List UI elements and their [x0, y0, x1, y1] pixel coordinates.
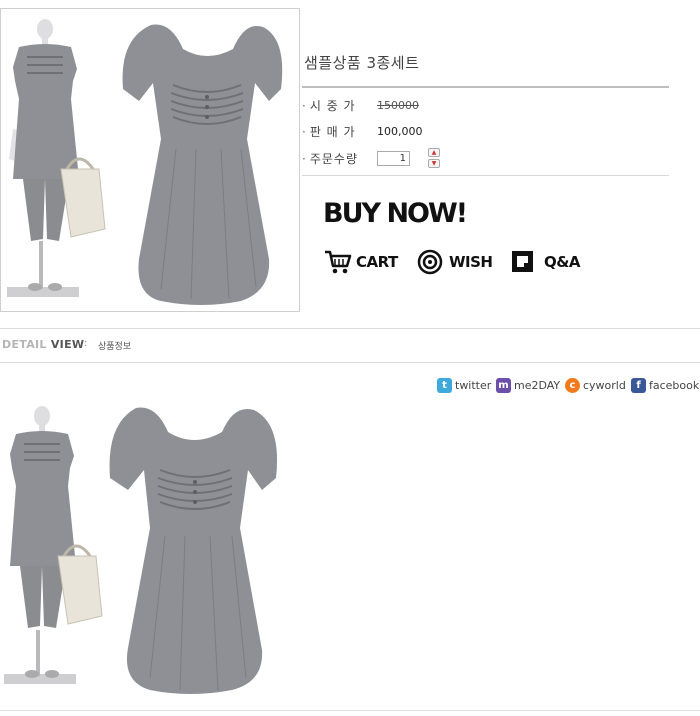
share-facebook-link[interactable]: f facebook [631, 376, 699, 394]
detail-bar-bottom-rule [0, 362, 700, 363]
me2day-label: me2DAY [514, 378, 561, 392]
twitter-label: twitter [455, 378, 492, 392]
market-price-label: 시 중 가 [302, 97, 356, 114]
quantity-input[interactable]: 1 [377, 151, 410, 166]
detail-bar-top-rule [0, 328, 700, 329]
info-divider [302, 175, 669, 176]
product-photo [7, 19, 283, 305]
share-me2day-link[interactable]: m me2DAY [496, 376, 560, 394]
me2day-icon: m [496, 377, 511, 393]
qna-label: Q&A [544, 253, 580, 271]
facebook-label: facebook [649, 378, 700, 392]
sale-price-label: 판 매 가 [302, 123, 356, 140]
cyworld-icon: c [565, 377, 580, 393]
twitter-icon: t [437, 377, 452, 393]
target-icon [417, 249, 443, 275]
detail-view-heading: DETAIL VIEW [2, 338, 84, 351]
product-detail-image [0, 398, 290, 698]
detail-photo [4, 406, 278, 694]
quantity-down-button[interactable]: ▼ [428, 159, 440, 168]
detail-heading-part1: DETAIL [2, 338, 47, 351]
qna-square-icon [512, 251, 533, 272]
wish-label: WISH [449, 253, 493, 271]
wish-button[interactable]: WISH [417, 248, 493, 276]
cart-icon [325, 250, 352, 274]
facebook-icon: f [631, 377, 646, 393]
buy-now-button[interactable]: BUY NOW! [323, 198, 468, 229]
title-divider [302, 86, 669, 88]
cyworld-label: cyworld [583, 378, 626, 392]
sale-price-value: 100,000 [377, 125, 423, 138]
product-title: 샘플상품 3종세트 [304, 54, 420, 72]
quantity-up-button[interactable]: ▲ [428, 148, 440, 157]
detail-subtitle[interactable]: 상품정보 [98, 339, 131, 352]
detail-separator: : [84, 338, 88, 349]
page-bottom-rule [0, 710, 700, 711]
market-price-value: 150000 [377, 99, 419, 112]
quantity-label: 주문수량 [302, 150, 358, 167]
share-cyworld-link[interactable]: c cyworld [565, 376, 626, 394]
cart-label: CART [356, 253, 398, 271]
cart-button[interactable]: CART [324, 248, 398, 276]
share-twitter-link[interactable]: t twitter [437, 376, 491, 394]
detail-heading-part2: VIEW [50, 338, 85, 351]
product-main-image [0, 8, 300, 312]
qna-button[interactable]: Q&A [511, 248, 580, 276]
